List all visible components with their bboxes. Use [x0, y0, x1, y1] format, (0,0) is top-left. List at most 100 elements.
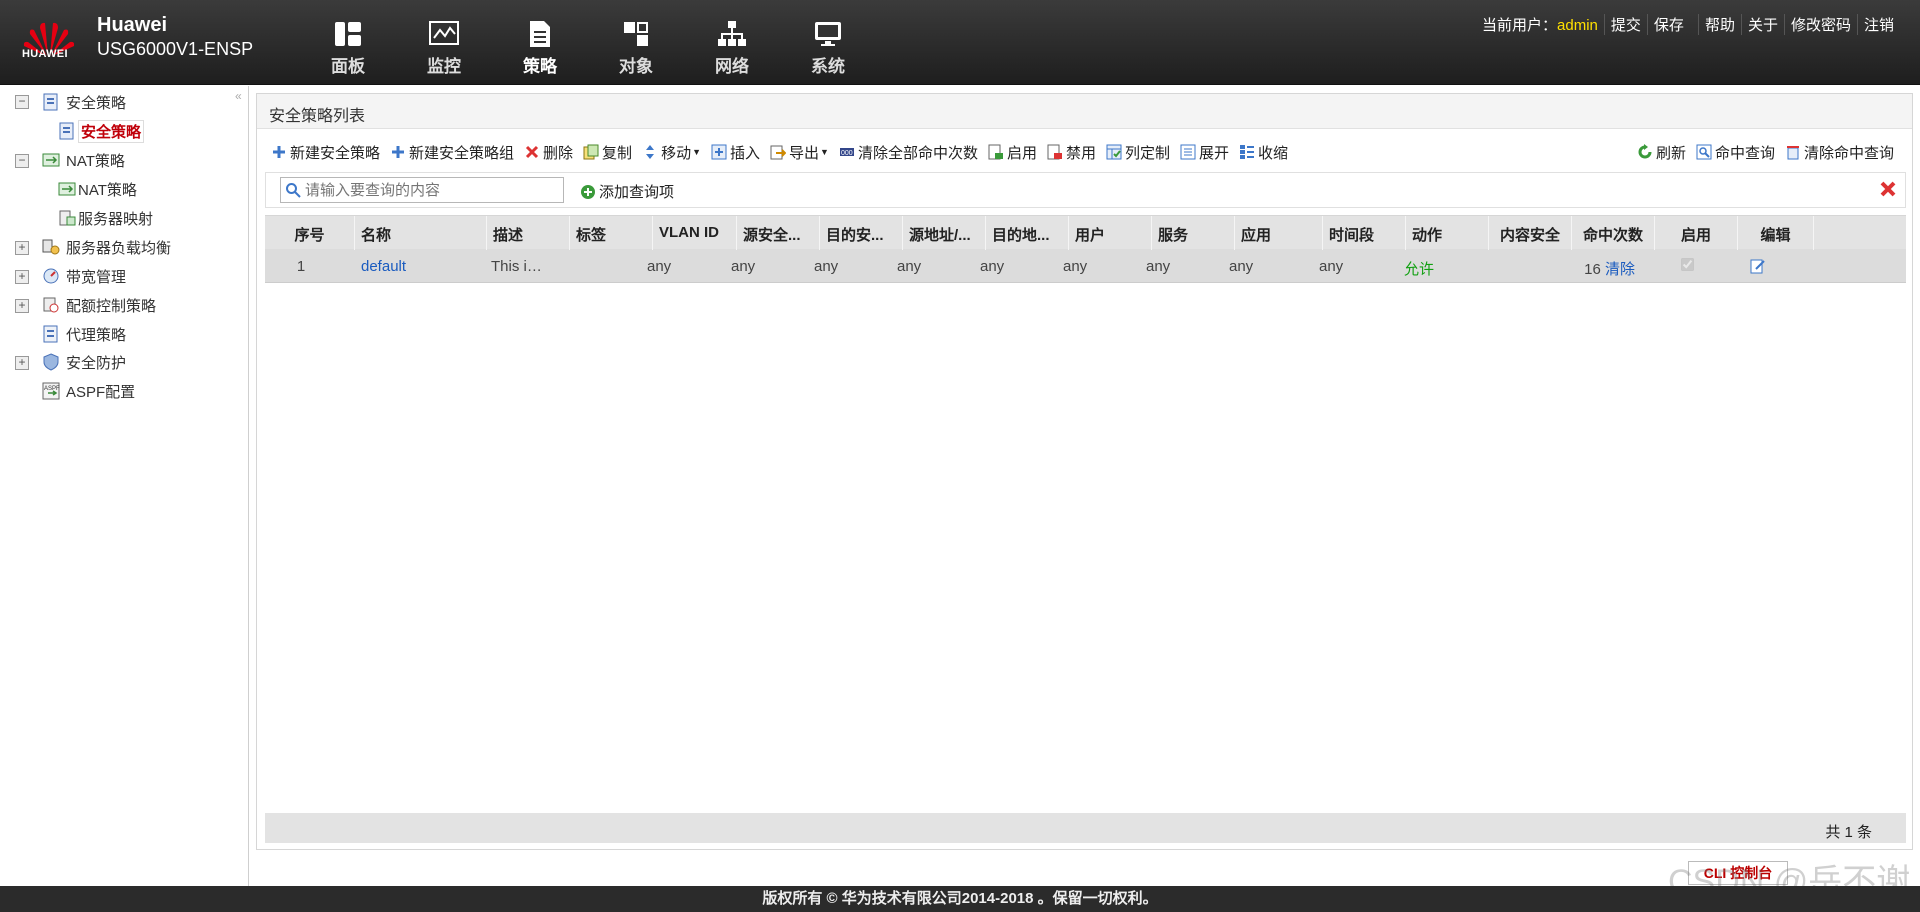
sidebar-item-proxy-policy[interactable]: 代理策略: [42, 323, 126, 345]
expand-toggle-icon[interactable]: +: [15, 241, 29, 255]
sidebar-item-server-load-balancing[interactable]: 服务器负载均衡: [42, 236, 171, 258]
customize-columns-button[interactable]: 列定制: [1106, 142, 1170, 163]
expand-toggle-icon[interactable]: +: [15, 270, 29, 284]
move-button[interactable]: 移动 ▼: [642, 142, 701, 163]
device-model: USG6000V1-ENSP: [97, 39, 254, 59]
nav-system[interactable]: 系统: [780, 14, 876, 77]
hit-count: 16: [1584, 261, 1601, 278]
clear-hits-link[interactable]: 清除: [1605, 261, 1635, 278]
help-link[interactable]: 帮助: [1697, 14, 1741, 35]
security-policy-icon: [43, 93, 58, 111]
col-header[interactable]: 服务: [1152, 216, 1235, 250]
col-header[interactable]: 序号: [265, 216, 355, 250]
copy-button[interactable]: 复制: [583, 142, 632, 163]
nav-monitor[interactable]: 监控: [396, 14, 492, 77]
clear-all-hits-button[interactable]: 000 清除全部命中次数: [839, 142, 978, 163]
col-header[interactable]: 源安全...: [737, 216, 820, 250]
collapse-icon: [1240, 145, 1255, 159]
nav-dashboard[interactable]: 面板: [300, 14, 396, 77]
collapse-toggle-icon[interactable]: −: [15, 154, 29, 168]
bandwidth-icon: [43, 268, 59, 284]
sidebar-item-server-mapping[interactable]: 服务器映射: [58, 207, 153, 229]
col-header[interactable]: 标签: [570, 216, 653, 250]
col-header[interactable]: 内容安全: [1489, 216, 1572, 250]
logout-link[interactable]: 注销: [1856, 14, 1900, 35]
disable-button[interactable]: 禁用: [1047, 142, 1096, 163]
button-label: 刷新: [1655, 144, 1686, 162]
cell-seq: 1: [296, 258, 306, 275]
collapse-button[interactable]: 收缩: [1239, 142, 1288, 163]
insert-button[interactable]: 插入: [711, 142, 760, 163]
sidebar-item-aspf[interactable]: ASPF ASPF配置: [42, 380, 135, 402]
col-header[interactable]: 目的安...: [820, 216, 903, 250]
sidebar-item-quota-control[interactable]: 配额控制策略: [42, 294, 156, 316]
hit-query-button[interactable]: 命中查询: [1696, 142, 1775, 163]
edit-icon[interactable]: [1750, 258, 1766, 274]
cell-time: any: [1319, 258, 1344, 275]
new-policy-group-button[interactable]: 新建安全策略组: [390, 142, 514, 163]
nat-policy-icon: [42, 153, 60, 167]
sidebar-item-label: 安全防护: [66, 354, 127, 372]
about-link[interactable]: 关于: [1740, 14, 1784, 35]
nat-policy-icon: [58, 182, 76, 196]
nav-label: 网络: [715, 57, 749, 76]
cell-tag: [552, 249, 635, 283]
svg-text:ASPF: ASPF: [44, 386, 60, 392]
search-input[interactable]: [305, 181, 545, 199]
cell-desc: This is t...: [491, 258, 552, 275]
col-header[interactable]: 动作: [1406, 216, 1489, 250]
expand-button[interactable]: 展开: [1180, 142, 1229, 163]
nav-policy[interactable]: 策略: [492, 14, 588, 77]
add-icon: [392, 146, 405, 158]
col-header[interactable]: 应用: [1235, 216, 1323, 250]
nav-network[interactable]: 网络: [684, 14, 780, 77]
cell-dst-zone: any: [814, 258, 839, 275]
col-header[interactable]: 编辑: [1738, 216, 1814, 250]
col-header[interactable]: 命中次数: [1572, 216, 1655, 250]
button-label: 新建安全策略: [290, 144, 381, 162]
new-policy-button[interactable]: 新建安全策略: [271, 142, 380, 163]
sidebar-item-nat-policy[interactable]: NAT策略: [58, 178, 137, 200]
col-header[interactable]: 名称: [355, 216, 487, 250]
search-box: [280, 177, 564, 203]
close-icon[interactable]: [1879, 180, 1897, 198]
submit-link[interactable]: 提交: [1603, 14, 1647, 35]
table-row[interactable]: 1 default This is t... any any any any a…: [265, 249, 1906, 283]
expand-toggle-icon[interactable]: +: [15, 299, 29, 313]
expand-toggle-icon[interactable]: +: [15, 356, 29, 370]
col-header[interactable]: 源地址/...: [903, 216, 986, 250]
col-header[interactable]: 描述: [487, 216, 570, 250]
change-password-link[interactable]: 修改密码: [1783, 14, 1857, 35]
quota-control-icon: [43, 297, 59, 313]
export-button[interactable]: 导出 ▼: [770, 142, 829, 163]
sidebar-item-security-policy-group[interactable]: 安全策略: [42, 91, 126, 113]
enable-checkbox[interactable]: [1681, 258, 1694, 271]
cell-service: any: [1146, 258, 1171, 275]
policy-name-link[interactable]: default: [337, 249, 469, 283]
nav-label: 策略: [523, 57, 557, 76]
add-query-button[interactable]: 添加查询项: [580, 181, 674, 202]
network-icon: [718, 21, 746, 46]
sidebar-item-label: 安全策略: [66, 94, 127, 112]
refresh-button[interactable]: 刷新: [1637, 142, 1686, 163]
sidebar-item-nat-group[interactable]: NAT策略: [42, 149, 125, 171]
sidebar-collapse-icon[interactable]: «: [235, 89, 242, 103]
delete-button[interactable]: 删除: [524, 142, 573, 163]
col-header[interactable]: 时间段: [1323, 216, 1406, 250]
sidebar-item-bandwidth[interactable]: 带宽管理: [42, 265, 126, 287]
enable-button[interactable]: 启用: [988, 142, 1037, 163]
col-header[interactable]: 启用: [1655, 216, 1738, 250]
brand-name: Huawei: [97, 14, 168, 36]
col-header[interactable]: VLAN ID: [653, 216, 737, 250]
col-header[interactable]: 目的地...: [986, 216, 1069, 250]
sidebar-item-security-policy[interactable]: 安全策略: [58, 119, 145, 143]
col-header[interactable]: 用户: [1069, 216, 1152, 250]
clear-hit-query-button[interactable]: 清除命中查询: [1785, 142, 1894, 163]
disable-icon: [1047, 144, 1062, 160]
add-query-label: 添加查询项: [599, 184, 675, 201]
nav-object[interactable]: 对象: [588, 14, 684, 77]
collapse-toggle-icon[interactable]: −: [15, 95, 29, 109]
clear-hits-icon: 000: [839, 148, 854, 157]
save-link[interactable]: 保存: [1646, 14, 1690, 35]
sidebar-item-security-protection[interactable]: 安全防护: [42, 351, 126, 373]
